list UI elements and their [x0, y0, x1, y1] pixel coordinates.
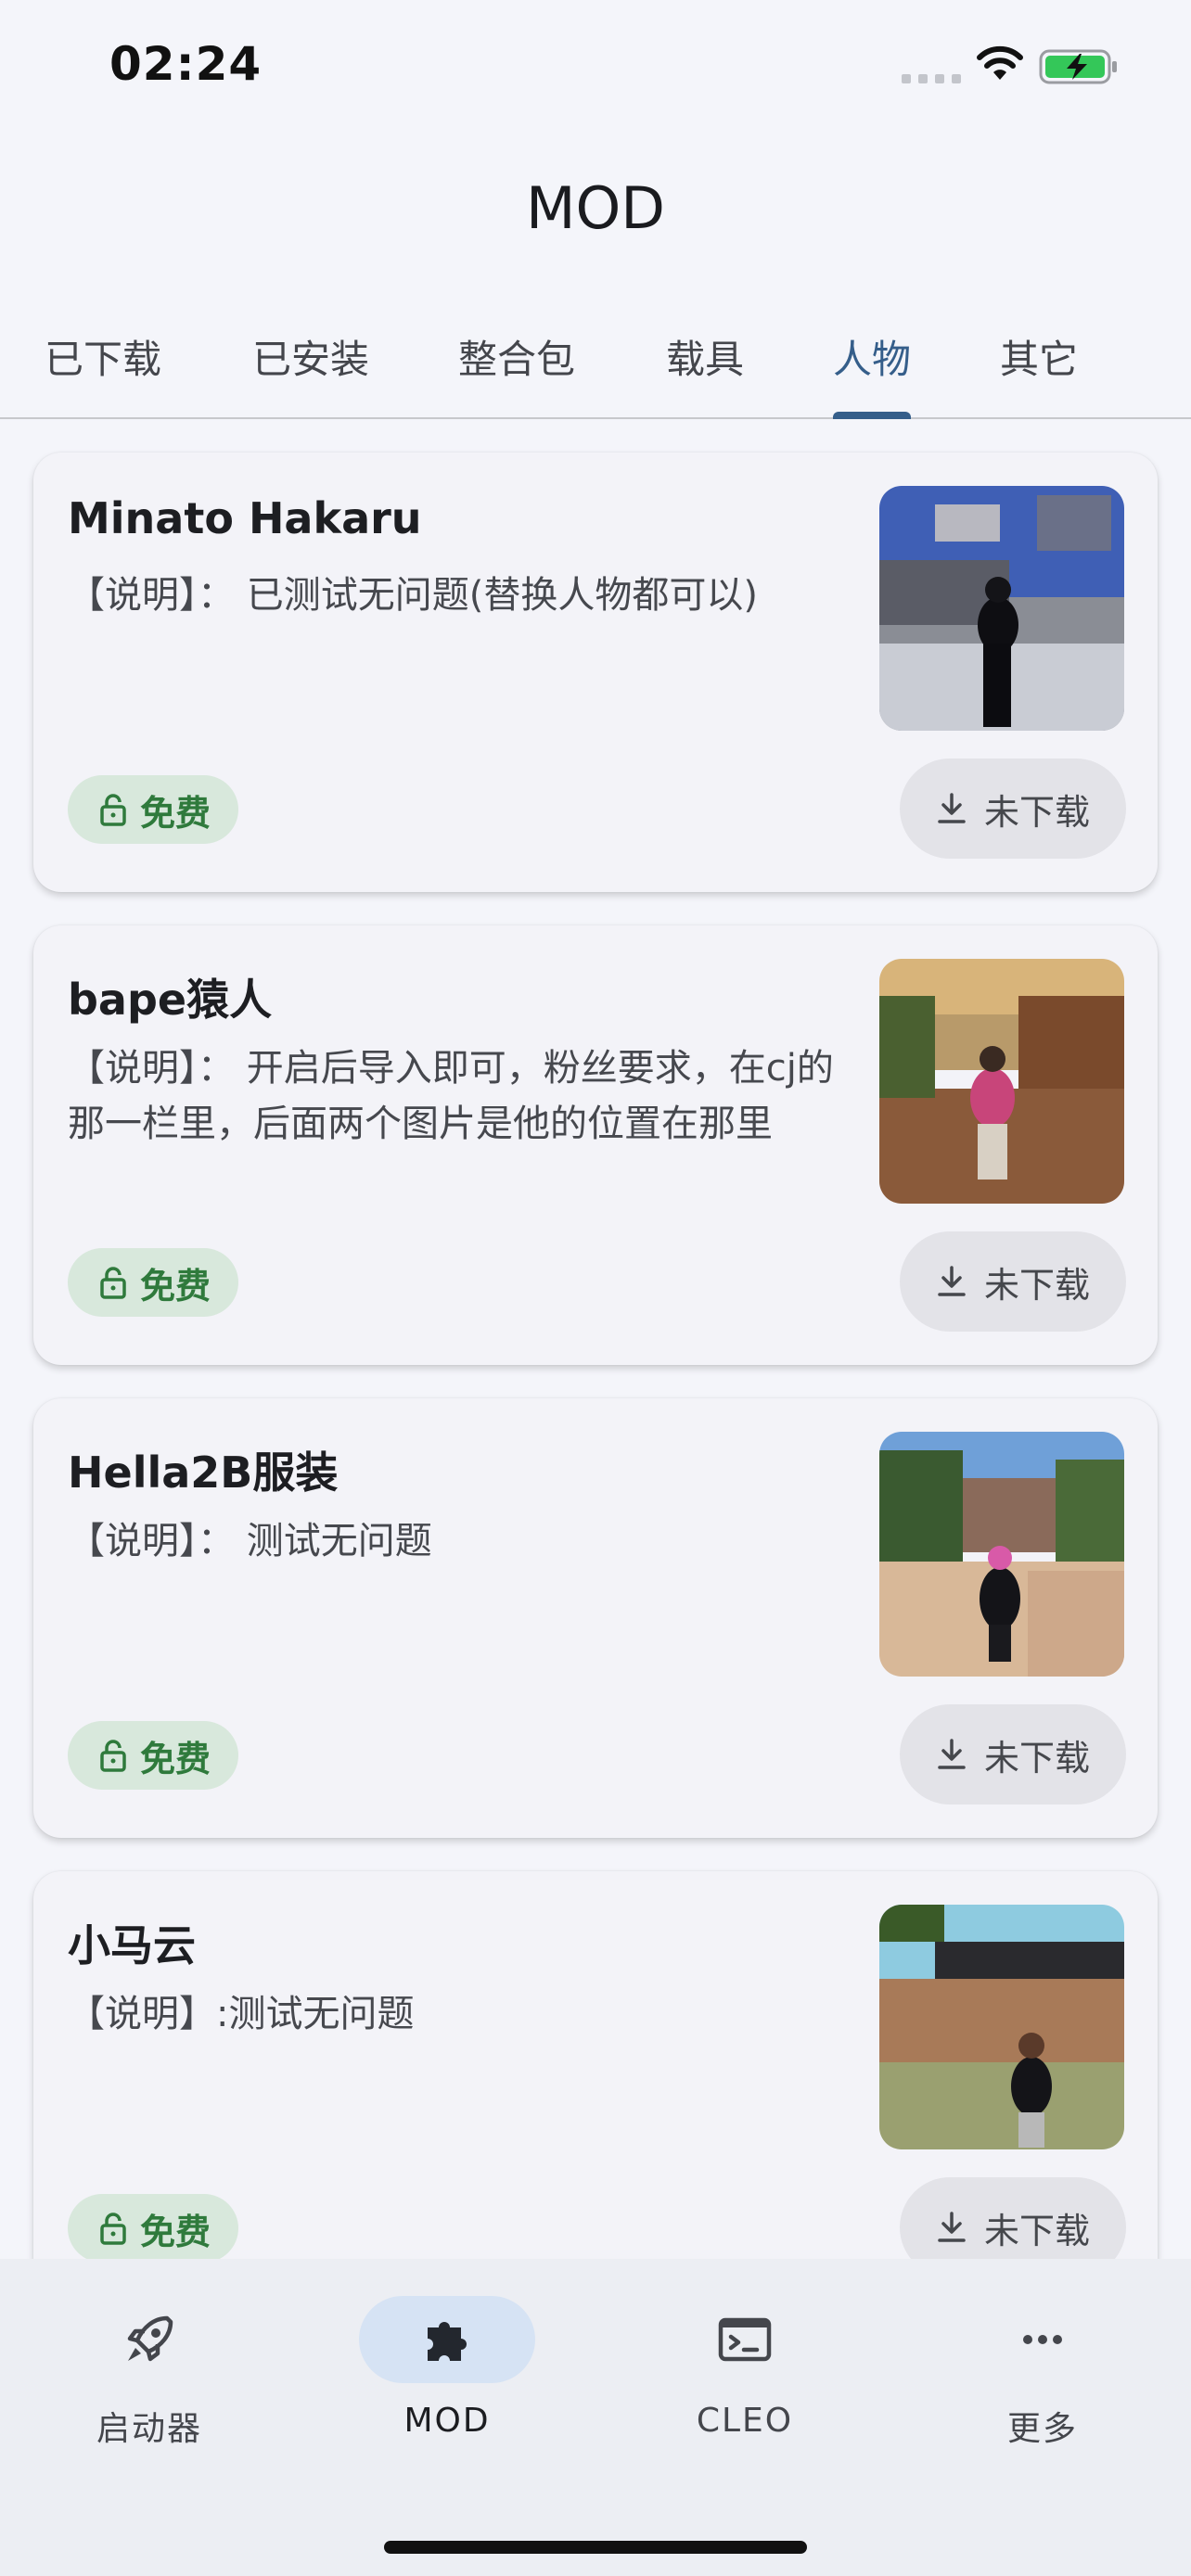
mod-title: Minato Hakaru — [68, 493, 422, 543]
mod-thumbnail — [879, 1432, 1124, 1677]
mod-description: 【说明】： 测试无问题 — [68, 1520, 432, 1562]
price-label: 免费 — [140, 792, 211, 834]
mod-card[interactable]: 小马云 【说明】:测试无问题 免费 未下载 — [33, 1871, 1158, 2311]
nav-launcher[interactable]: 启动器 — [38, 2296, 261, 2472]
download-button[interactable]: 未下载 — [900, 1704, 1126, 1804]
mod-thumbnail — [879, 486, 1124, 731]
lock-open-icon — [100, 1267, 126, 1299]
price-label: 免费 — [140, 1265, 211, 1307]
nav-label: 更多 — [1006, 2410, 1078, 2448]
page-title: MOD — [525, 174, 666, 242]
puzzle-icon — [428, 2322, 467, 2361]
mod-description: 【说明】:测试无问题 — [68, 1993, 415, 2035]
rocket-icon — [127, 2315, 173, 2362]
download-status-label: 未下载 — [983, 1264, 1090, 1306]
mod-title: 小马云 — [68, 1920, 196, 1970]
tab-downloaded[interactable]: 已下载 — [45, 328, 161, 385]
more-horizontal-icon — [1023, 2335, 1062, 2344]
tab-others[interactable]: 其它 — [1000, 328, 1078, 385]
free-badge: 免费 — [68, 775, 239, 844]
mod-card[interactable]: bape猿人 【说明】： 开启后导入即可，粉丝要求，在cj的那一栏里，后面两个图… — [33, 925, 1158, 1365]
nav-cleo[interactable]: CLEO — [634, 2296, 856, 2472]
nav-mod[interactable]: MOD — [336, 2296, 558, 2472]
mod-card[interactable]: Minato Hakaru 【说明】： 已测试无问题(替换人物都可以) 免费 未… — [33, 453, 1158, 892]
nav-label: MOD — [403, 2402, 491, 2440]
download-icon — [938, 1266, 966, 1296]
download-icon — [938, 1739, 966, 1769]
lock-open-icon — [100, 794, 126, 826]
tab-installed[interactable]: 已安装 — [252, 328, 369, 385]
download-button[interactable]: 未下载 — [900, 1231, 1126, 1332]
battery-charging-icon — [1039, 49, 1117, 84]
cellular-signal-icon — [902, 74, 961, 83]
download-icon — [938, 2212, 966, 2242]
nav-label: 启动器 — [96, 2410, 202, 2448]
download-status-label: 未下载 — [983, 2210, 1090, 2251]
download-status-label: 未下载 — [983, 1737, 1090, 1779]
status-bar: 02:24 — [0, 0, 1191, 130]
category-tabs: 已下载 已安装 整合包 载具 人物 其它 — [0, 315, 1191, 419]
wifi-icon — [977, 45, 1023, 80]
price-label: 免费 — [140, 1738, 211, 1779]
mod-thumbnail — [879, 1905, 1124, 2149]
screen: 02:24 MOD 已下载 已安装 整合包 载具 人物 其它 Minato Ha… — [0, 0, 1191, 2576]
mod-title: Hella2B服装 — [68, 1447, 339, 1498]
price-label: 免费 — [140, 2211, 211, 2252]
nav-more[interactable]: 更多 — [931, 2296, 1154, 2472]
home-indicator[interactable] — [384, 2541, 807, 2554]
mod-title: bape猿人 — [68, 975, 273, 1025]
tab-vehicles[interactable]: 载具 — [666, 328, 744, 385]
download-icon — [938, 793, 966, 823]
download-status-label: 未下载 — [983, 791, 1090, 833]
mod-thumbnail — [879, 959, 1124, 1204]
bottom-navigation: 启动器 MOD CLEO 更多 — [0, 2259, 1191, 2576]
lock-open-icon — [100, 2213, 126, 2245]
nav-label: CLEO — [696, 2402, 794, 2440]
free-badge: 免费 — [68, 1721, 239, 1790]
mod-description: 【说明】： 开启后导入即可，粉丝要求，在cj的那一栏里，后面两个图片是他的位置在… — [68, 1047, 834, 1145]
mod-card[interactable]: Hella2B服装 【说明】： 测试无问题 免费 未下载 — [33, 1398, 1158, 1838]
status-time: 02:24 — [109, 37, 263, 91]
active-tab-indicator — [833, 412, 911, 419]
download-button[interactable]: 未下载 — [900, 759, 1126, 859]
tab-characters[interactable]: 人物 — [833, 328, 911, 385]
mod-description: 【说明】： 已测试无问题(替换人物都可以) — [68, 574, 758, 617]
lock-open-icon — [100, 1740, 126, 1772]
free-badge: 免费 — [68, 1248, 239, 1317]
tab-bundles[interactable]: 整合包 — [458, 328, 575, 385]
terminal-icon — [718, 2317, 772, 2362]
free-badge: 免费 — [68, 2194, 239, 2263]
